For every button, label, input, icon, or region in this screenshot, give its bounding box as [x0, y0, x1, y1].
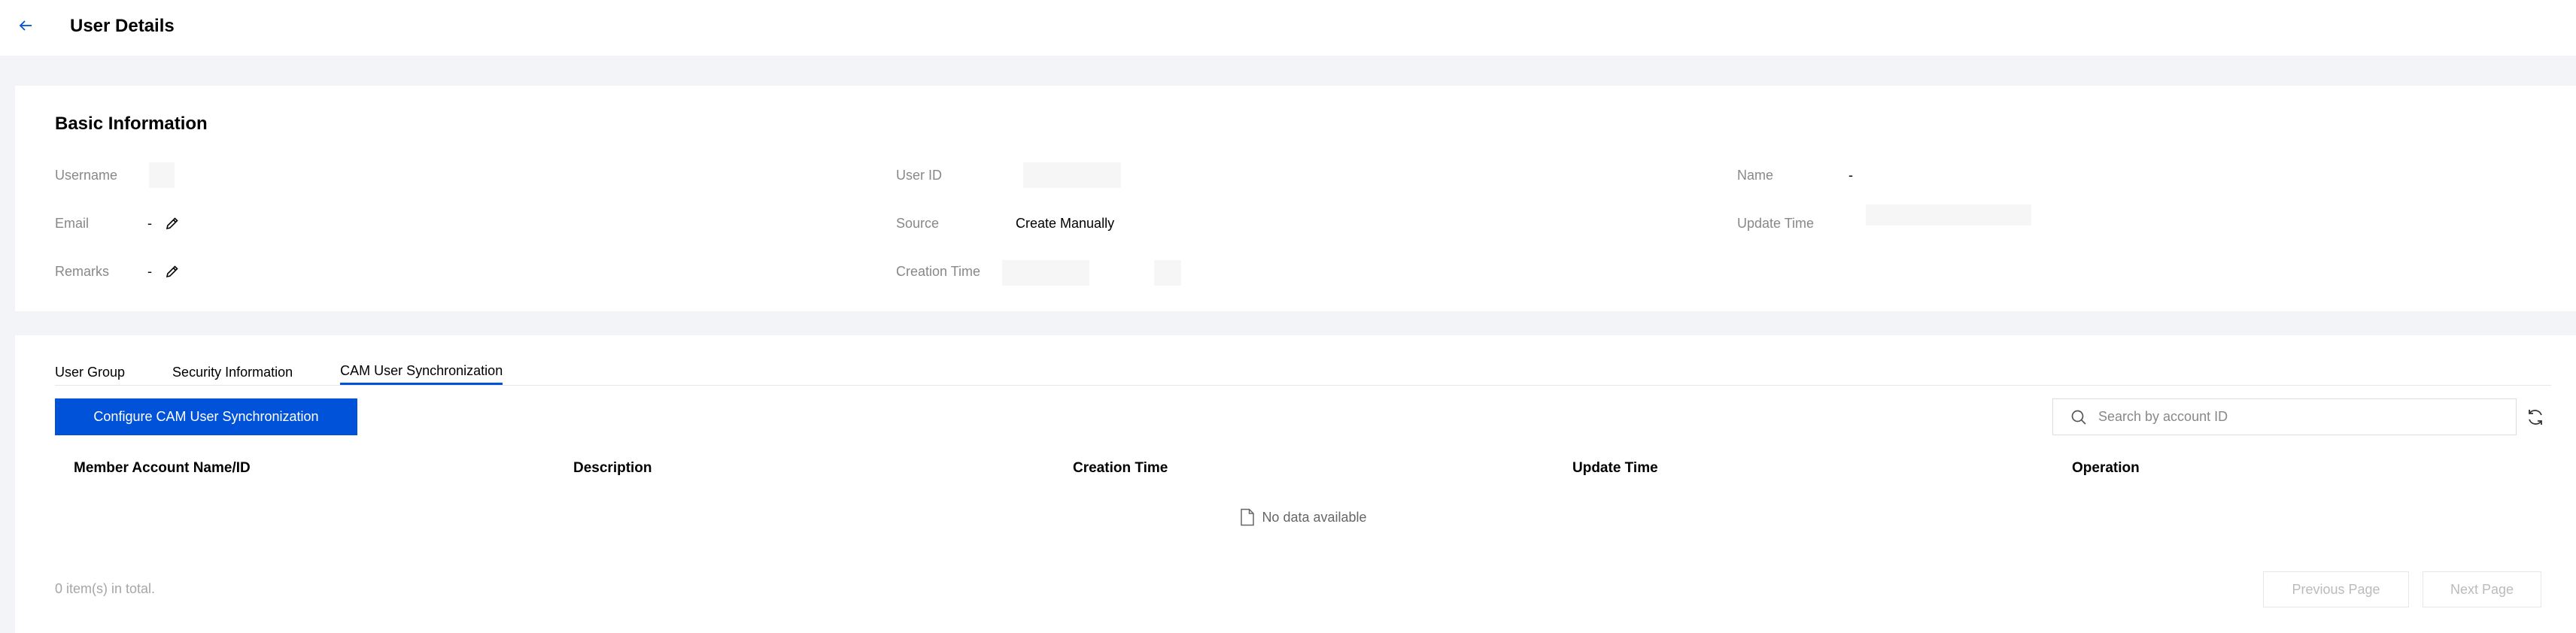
edit-email-icon[interactable]: [164, 215, 181, 232]
refresh-icon[interactable]: [2524, 406, 2547, 429]
empty-state: No data available: [55, 502, 2551, 532]
basic-information-card: Basic Information Username Email - Remar…: [15, 86, 2576, 311]
creation-time-row: Creation Time: [896, 260, 980, 283]
tab-cam-user-synchronization[interactable]: CAM User Synchronization: [340, 359, 503, 385]
email-value: -: [147, 215, 152, 231]
user-id-row: User ID: [896, 164, 942, 186]
source-label: Source: [896, 215, 940, 231]
creation-time-value-masked-2: [1154, 260, 1181, 286]
previous-page-button[interactable]: Previous Page: [2263, 571, 2409, 607]
creation-time-value-masked: [1002, 260, 1089, 286]
tabs-divider: [55, 385, 2551, 386]
creation-time-label: Creation Time: [896, 263, 981, 279]
arrow-left-icon[interactable]: [15, 15, 36, 36]
source-value: Create Manually: [1016, 215, 1115, 231]
configure-cam-sync-button[interactable]: Configure CAM User Synchronization: [55, 398, 357, 435]
search-box[interactable]: [2052, 398, 2517, 435]
page-title: User Details: [70, 16, 175, 36]
total-count: 0 item(s) in total.: [55, 581, 156, 596]
username-row: Username: [55, 164, 117, 186]
tabs-card: User Group Security Information CAM User…: [15, 335, 2576, 633]
search-input[interactable]: [2098, 400, 2516, 434]
email-row: Email: [55, 212, 89, 235]
remarks-label: Remarks: [55, 263, 110, 279]
name-label: Name: [1737, 167, 1774, 183]
edit-remarks-icon[interactable]: [164, 263, 181, 280]
username-value-masked: [149, 162, 175, 188]
tab-bar: User Group Security Information CAM User…: [55, 359, 550, 385]
empty-state-text: No data available: [1262, 509, 1367, 525]
column-member-account: Member Account Name/ID: [74, 460, 251, 476]
column-description: Description: [573, 460, 652, 476]
update-time-label: Update Time: [1737, 215, 1815, 231]
update-time-row: Update Time: [1737, 212, 1814, 235]
user-id-label: User ID: [896, 167, 943, 183]
section-title: Basic Information: [55, 114, 208, 134]
user-id-value-masked: [1023, 162, 1121, 188]
column-creation-time: Creation Time: [1073, 460, 1168, 476]
remarks-value: -: [147, 263, 152, 279]
table-header: Member Account Name/ID Description Creat…: [55, 450, 2551, 487]
remarks-value-group: -: [147, 260, 181, 283]
next-page-button[interactable]: Next Page: [2423, 571, 2541, 607]
remarks-row: Remarks: [55, 260, 109, 283]
email-value-group: -: [147, 212, 181, 235]
column-update-time: Update Time: [1572, 460, 1658, 476]
search-icon: [2070, 408, 2088, 426]
page-header: User Details: [0, 0, 2576, 56]
email-label: Email: [55, 215, 90, 231]
column-operation: Operation: [2072, 460, 2140, 476]
name-row: Name: [1737, 164, 1773, 186]
tab-user-group[interactable]: User Group: [55, 359, 125, 385]
username-label: Username: [55, 167, 118, 183]
source-row: Source: [896, 212, 939, 235]
update-time-value-masked: [1866, 204, 2031, 226]
file-icon: [1239, 507, 1256, 527]
name-value: -: [1848, 167, 1853, 183]
tab-security-information[interactable]: Security Information: [172, 359, 293, 385]
